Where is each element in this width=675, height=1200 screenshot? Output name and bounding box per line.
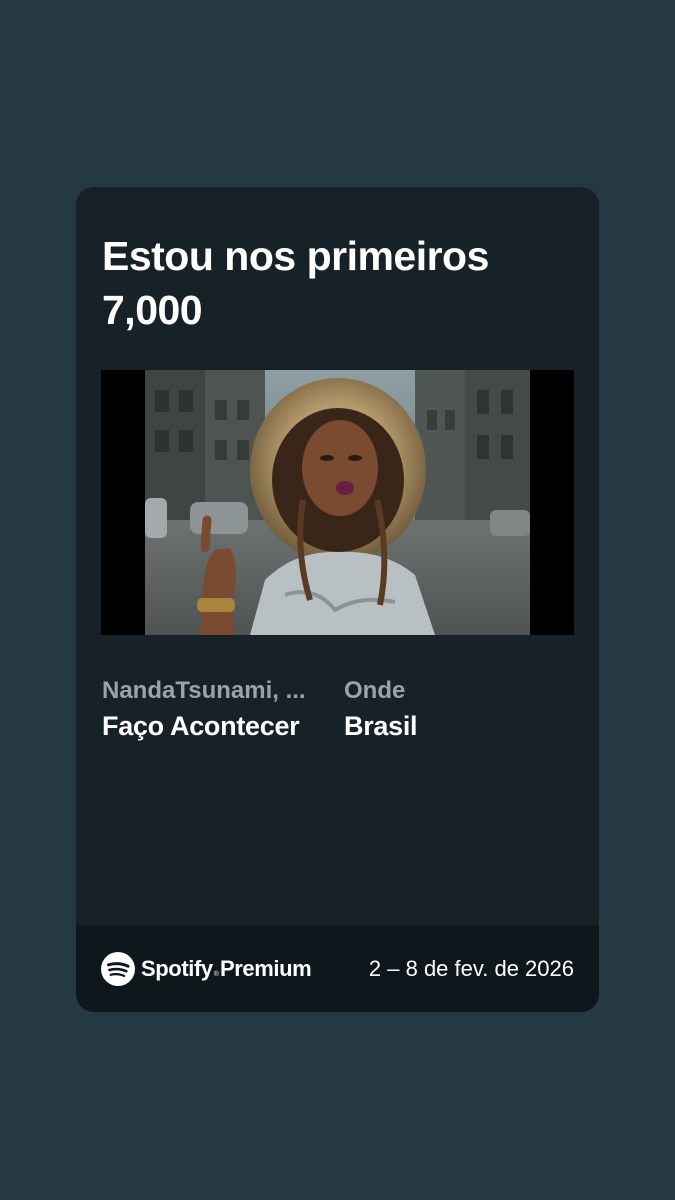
date-range: 2 – 8 de fev. de 2026 xyxy=(368,956,574,981)
spotify-logo-icon xyxy=(101,952,135,986)
music-video-frame[interactable] xyxy=(101,370,574,635)
registered-mark: ® xyxy=(213,971,219,978)
premium-label: Premium xyxy=(219,956,312,981)
video-still-image xyxy=(145,370,530,635)
location-value: Brasil xyxy=(344,711,418,741)
location-label: Onde xyxy=(344,677,406,704)
artist-name: NandaTsunami, ... xyxy=(102,677,306,704)
song-title: Faço Acontecer xyxy=(102,711,300,741)
track-info[interactable]: NandaTsunami, ... Faço Acontecer xyxy=(102,675,327,745)
spotify-premium-logo: Spotify ® Premium xyxy=(101,951,312,987)
brand-name: Spotify xyxy=(141,956,213,981)
location-info: Onde Brasil xyxy=(344,675,544,745)
share-card: Estou nos primeiros 7,000 NandaTsunami, … xyxy=(76,187,599,1012)
card-title: Estou nos primeiros 7,000 xyxy=(102,233,489,333)
card-footer: Spotify ® Premium 2 – 8 de fev. de 2026 xyxy=(76,925,599,1012)
